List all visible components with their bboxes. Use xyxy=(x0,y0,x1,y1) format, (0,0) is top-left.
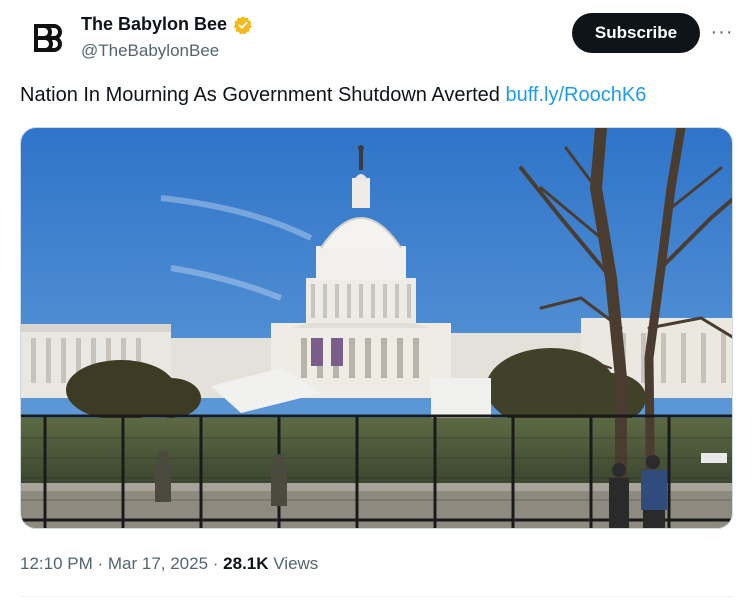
views-label: Views xyxy=(268,554,319,573)
verified-badge-icon xyxy=(233,15,252,34)
capitol-photo xyxy=(21,128,732,528)
author-name-row: The Babylon Bee xyxy=(81,14,253,35)
author-display-name[interactable]: The Babylon Bee xyxy=(81,14,227,35)
views-count: 28.1K xyxy=(223,554,269,573)
tweet-image[interactable] xyxy=(20,127,733,529)
more-options-icon[interactable]: ··· xyxy=(710,20,734,44)
subscribe-button[interactable]: Subscribe xyxy=(572,13,700,53)
tweet-text: Nation In Mourning As Government Shutdow… xyxy=(20,84,646,107)
avatar[interactable] xyxy=(20,14,70,64)
tweet-link[interactable]: buff.ly/RoochK6 xyxy=(505,84,646,106)
divider xyxy=(20,596,733,597)
meta-separator: · xyxy=(92,554,108,573)
tweet-body: Nation In Mourning As Government Shutdow… xyxy=(20,84,500,106)
tweet-date[interactable]: Mar 17, 2025 xyxy=(108,554,208,573)
babylon-bee-logo-icon xyxy=(28,22,62,56)
tweet-card: The Babylon Bee @TheBabylonBee Subscribe… xyxy=(0,0,755,600)
tweet-time[interactable]: 12:10 PM xyxy=(20,554,93,573)
meta-separator: · xyxy=(208,554,224,573)
tweet-meta: 12:10 PM · Mar 17, 2025 · 28.1K Views xyxy=(20,554,318,574)
author-handle[interactable]: @TheBabylonBee xyxy=(81,41,219,61)
